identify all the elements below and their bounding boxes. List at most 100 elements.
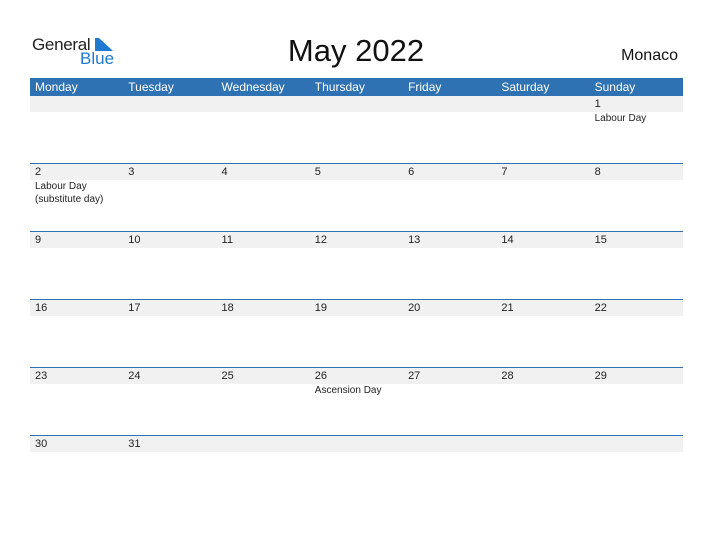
day-cell: 2 Labour Day (substitute day) (30, 164, 123, 206)
day-number (315, 96, 403, 112)
day-number: 15 (594, 234, 607, 246)
weeks-container: 1 Labour Day 2 Labour Day (substitute day) 3… (30, 96, 683, 503)
day-number: 22 (594, 302, 607, 314)
week-cells: 16 17 18 19 20 21 22 (30, 300, 683, 316)
weekday-header: Monday Tuesday Wednesday Thursday Friday… (30, 78, 683, 96)
holiday-label: Labour Day (substitute day) (35, 181, 104, 205)
day-cell: 24 (123, 368, 216, 397)
week-row: 23 24 25 26 Ascension Day 27 28 29 (30, 367, 683, 435)
day-number (222, 96, 310, 112)
day-number: 7 (501, 166, 508, 178)
day-number (222, 436, 310, 452)
day-cell: 15 (590, 232, 683, 248)
day-number (35, 96, 123, 112)
day-cell: 11 (217, 232, 310, 248)
day-number: 5 (314, 166, 321, 178)
day-number: 29 (594, 370, 607, 382)
day-number: 12 (314, 234, 328, 246)
day-cell: 22 (590, 300, 683, 316)
day-number: 26 (314, 370, 328, 382)
day-cell: 21 (496, 300, 589, 316)
week-cells: 1 Labour Day (30, 96, 683, 125)
week-row: 9 10 11 12 13 14 15 (30, 231, 683, 299)
day-number (315, 436, 403, 452)
day-number: 3 (128, 166, 135, 178)
weekday-sunday: Sunday (594, 80, 636, 94)
day-cell: 20 (403, 300, 496, 316)
day-number: 10 (128, 234, 141, 246)
day-number: 28 (501, 370, 514, 382)
calendar-grid: Monday Tuesday Wednesday Thursday Friday… (30, 78, 683, 503)
weekday-tuesday: Tuesday (128, 80, 174, 94)
day-number: 24 (128, 370, 141, 382)
day-cell: 9 (30, 232, 123, 248)
day-cell (403, 96, 496, 125)
day-number: 20 (408, 302, 421, 314)
day-cell (217, 96, 310, 125)
day-number: 18 (221, 302, 234, 314)
weekday-monday: Monday (35, 80, 78, 94)
day-number: 25 (221, 370, 234, 382)
weekday-thursday: Thursday (314, 80, 365, 94)
day-number: 21 (501, 302, 514, 314)
day-cell: 17 (123, 300, 216, 316)
day-cell: 7 (496, 164, 589, 206)
day-number: 19 (314, 302, 328, 314)
day-cell (217, 436, 310, 452)
day-number: 16 (35, 302, 48, 314)
day-cell: 28 (496, 368, 589, 397)
day-cell: 16 (30, 300, 123, 316)
day-cell (403, 436, 496, 452)
day-number: 14 (501, 234, 514, 246)
week-row: 2 Labour Day (substitute day) 3 4 5 6 7 8 (30, 163, 683, 231)
day-number (501, 96, 589, 112)
day-cell: 29 (590, 368, 683, 397)
day-cell: 25 (217, 368, 310, 397)
day-number: 8 (594, 166, 601, 178)
week-cells: 23 24 25 26 Ascension Day 27 28 29 (30, 368, 683, 397)
day-cell: 23 (30, 368, 123, 397)
day-number (595, 436, 683, 452)
day-number (128, 96, 216, 112)
week-cells: 2 Labour Day (substitute day) 3 4 5 6 7 8 (30, 164, 683, 206)
weekday-wednesday: Wednesday (221, 80, 285, 94)
day-cell: 4 (217, 164, 310, 206)
week-cells: 9 10 11 12 13 14 15 (30, 232, 683, 248)
week-cells: 30 31 (30, 436, 683, 452)
country-label: Monaco (621, 47, 678, 64)
day-number: 27 (408, 370, 421, 382)
day-number: 11 (221, 234, 233, 246)
weekday-saturday: Saturday (501, 80, 550, 94)
day-cell: 12 (310, 232, 403, 248)
day-cell (496, 436, 589, 452)
day-number: 17 (128, 302, 141, 314)
day-cell: 6 (403, 164, 496, 206)
day-cell (310, 436, 403, 452)
day-number (501, 436, 589, 452)
day-cell: 3 (123, 164, 216, 206)
holiday-label: Ascension Day (314, 385, 382, 396)
day-cell: 14 (496, 232, 589, 248)
day-cell: 18 (217, 300, 310, 316)
day-cell (123, 96, 216, 125)
calendar-title: May 2022 (287, 33, 425, 68)
weekday-friday: Friday (408, 80, 442, 94)
day-number: 31 (128, 438, 141, 450)
day-cell: 10 (123, 232, 216, 248)
day-number: 9 (35, 234, 42, 246)
day-number: 2 (35, 166, 42, 178)
day-number (408, 96, 496, 112)
day-cell: 5 (310, 164, 403, 206)
day-cell: 31 (123, 436, 216, 452)
week-row: 30 31 (30, 435, 683, 503)
week-row: 16 17 18 19 20 21 22 (30, 299, 683, 367)
day-cell (590, 436, 683, 452)
day-cell (30, 96, 123, 125)
holiday-label: Labour Day (594, 113, 647, 124)
day-cell: 27 (403, 368, 496, 397)
day-number: 6 (408, 166, 415, 178)
day-cell: 19 (310, 300, 403, 316)
day-number: 23 (35, 370, 48, 382)
day-number: 1 (594, 98, 601, 110)
day-number (408, 436, 496, 452)
